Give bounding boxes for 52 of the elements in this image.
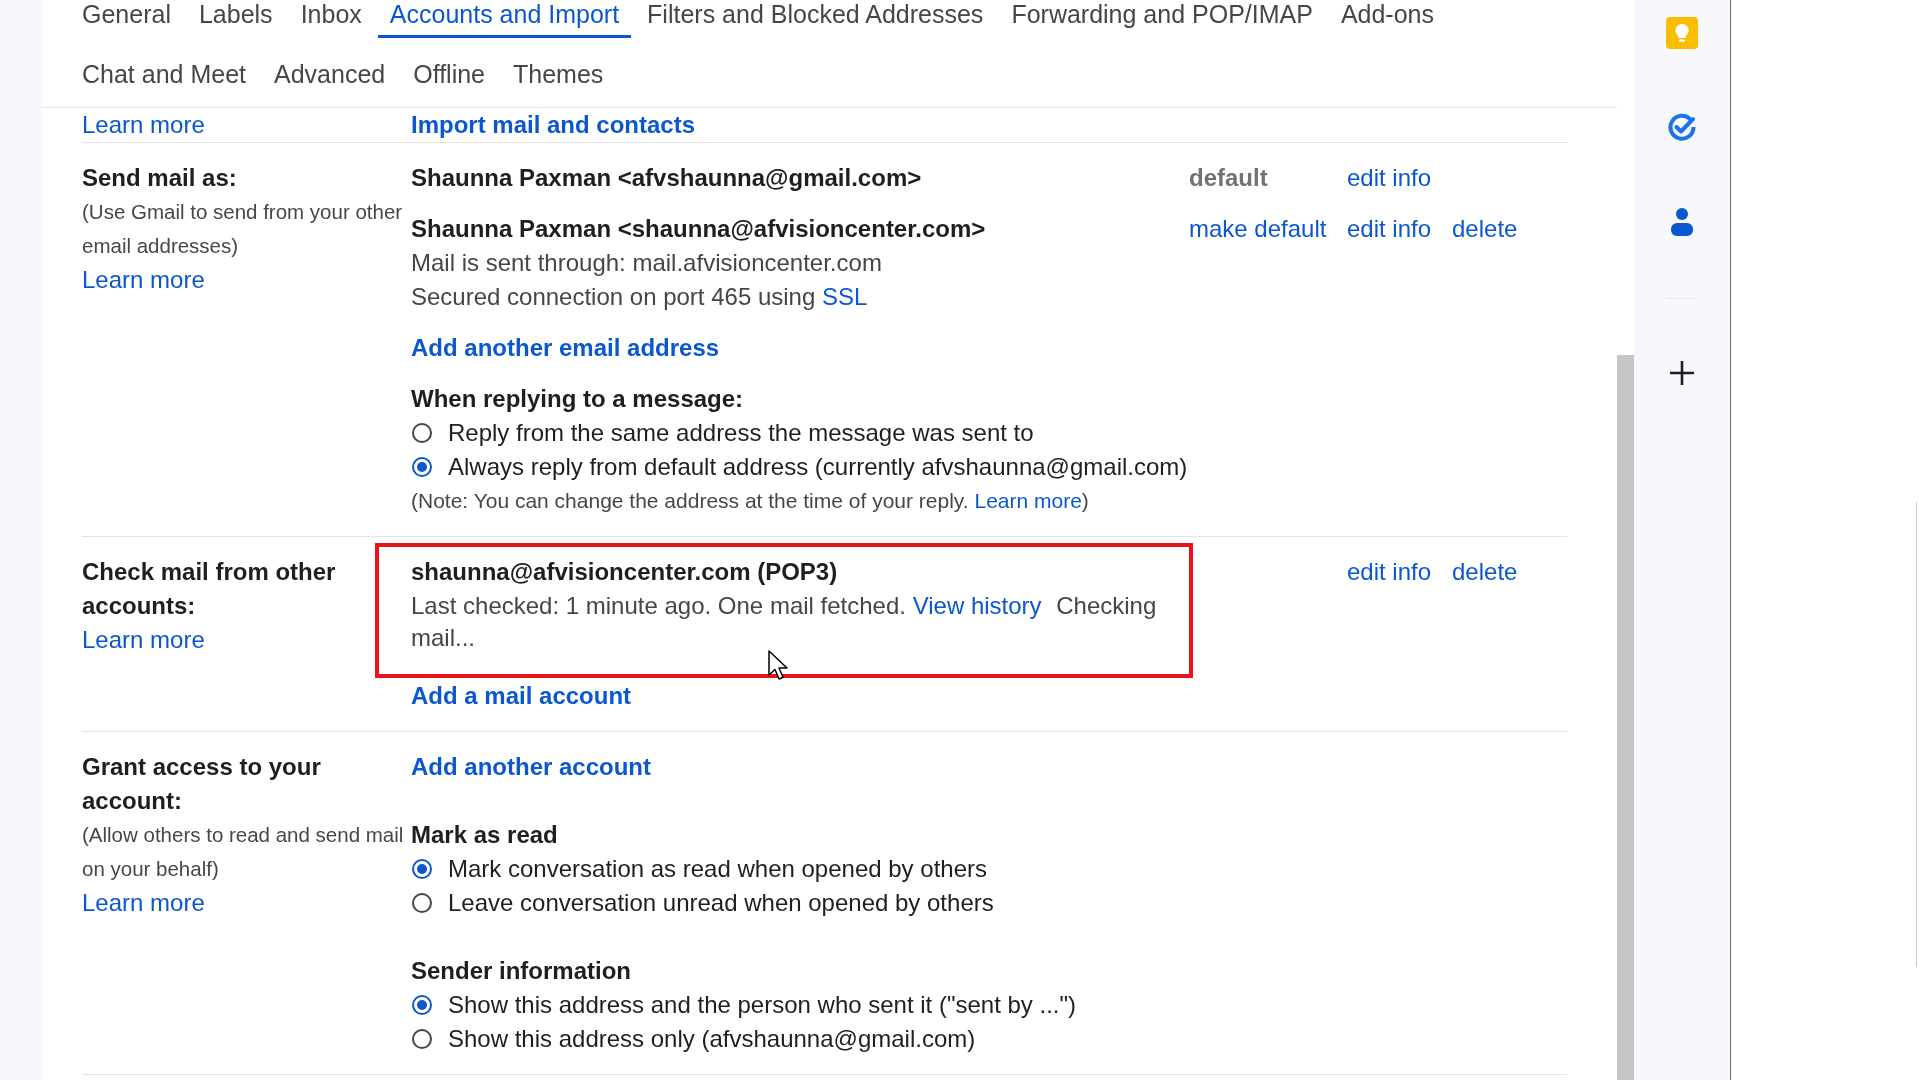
- add-link[interactable]: Add another account: [411, 750, 651, 784]
- settings-tab[interactable]: Add-ons: [1328, 0, 1446, 38]
- learn-more-link[interactable]: Learn more: [82, 886, 205, 920]
- account-address: Shaunna Paxman <shaunna@afvisioncenter.com>: [411, 214, 987, 244]
- scrollbar-thumb[interactable]: [1617, 355, 1634, 1080]
- edit-info-link[interactable]: edit info: [1347, 161, 1432, 195]
- option-group-title: Mark as read: [411, 820, 558, 850]
- radio-button[interactable]: [412, 1029, 432, 1049]
- radio-button[interactable]: [412, 995, 432, 1015]
- detail-link[interactable]: SSL: [821, 283, 868, 310]
- settings-tab[interactable]: General: [70, 0, 183, 38]
- radio-button[interactable]: [412, 457, 432, 477]
- make-default-link[interactable]: make default: [1189, 212, 1327, 246]
- edit-info-link[interactable]: edit info: [1347, 212, 1432, 246]
- radio-label: Mark conversation as read when opened by others: [448, 854, 987, 884]
- import-mail-link[interactable]: Import mail and contacts: [411, 108, 696, 142]
- radio-button[interactable]: [412, 859, 432, 879]
- settings-tab[interactable]: Chat and Meet: [70, 60, 258, 98]
- radio-button[interactable]: [412, 423, 432, 443]
- person-icon[interactable]: [1671, 208, 1693, 236]
- radio-label: Reply from the same address the message was sent to: [448, 418, 1034, 448]
- settings-tab[interactable]: Filters and Blocked Addresses: [635, 0, 996, 38]
- settings-tab[interactable]: Inbox: [288, 0, 374, 38]
- delete-link[interactable]: delete: [1452, 212, 1518, 246]
- radio-label: Always reply from default address (currently afvshaunna@gmail.com): [448, 452, 1188, 482]
- plus-icon[interactable]: [1670, 361, 1694, 385]
- account-detail-text: Mail is sent through: mail.afvisioncenter.com: [411, 248, 883, 278]
- section-label: Grant access to your account:: [82, 752, 322, 816]
- settings-tab[interactable]: Advanced: [262, 60, 398, 98]
- account-address: Shaunna Paxman <afvshaunna@gmail.com>: [411, 163, 923, 193]
- learn-more-link[interactable]: Learn more: [974, 489, 1082, 512]
- option-group-title: Sender information: [411, 956, 632, 986]
- radio-button[interactable]: [412, 893, 432, 913]
- account-detail-text: Secured connection on port 465 using SSL: [411, 282, 869, 312]
- settings-tab[interactable]: Offline: [401, 60, 497, 98]
- settings-tab[interactable]: Themes: [501, 60, 616, 98]
- option-group-title: When replying to a message:: [411, 384, 744, 414]
- settings-tab[interactable]: Forwarding and POP/IMAP: [999, 0, 1325, 38]
- note-text: (Note: You can change the address at the time of your reply. Learn more): [411, 488, 1089, 514]
- add-link[interactable]: Add another email address: [411, 331, 720, 365]
- section-label: Send mail as:: [82, 163, 237, 193]
- radio-label: Show this address and the person who sent it ("sent by ..."): [448, 990, 1077, 1020]
- settings-tab[interactable]: Labels: [186, 0, 285, 38]
- section-description: (Use Gmail to send from your other email addresses): [82, 199, 404, 259]
- settings-tab[interactable]: Accounts and Import: [377, 0, 632, 38]
- radio-label: Show this address only (afvshaunna@gmail.com): [448, 1024, 976, 1054]
- learn-more-link[interactable]: Learn more: [82, 263, 205, 297]
- section-description: (Allow others to read and send mail on your behalf): [82, 822, 405, 882]
- check-circle-icon[interactable]: [1667, 112, 1697, 142]
- default-label: default: [1189, 163, 1269, 193]
- radio-label: Leave conversation unread when opened by others: [448, 888, 994, 918]
- learn-more-link[interactable]: Learn more: [82, 108, 205, 142]
